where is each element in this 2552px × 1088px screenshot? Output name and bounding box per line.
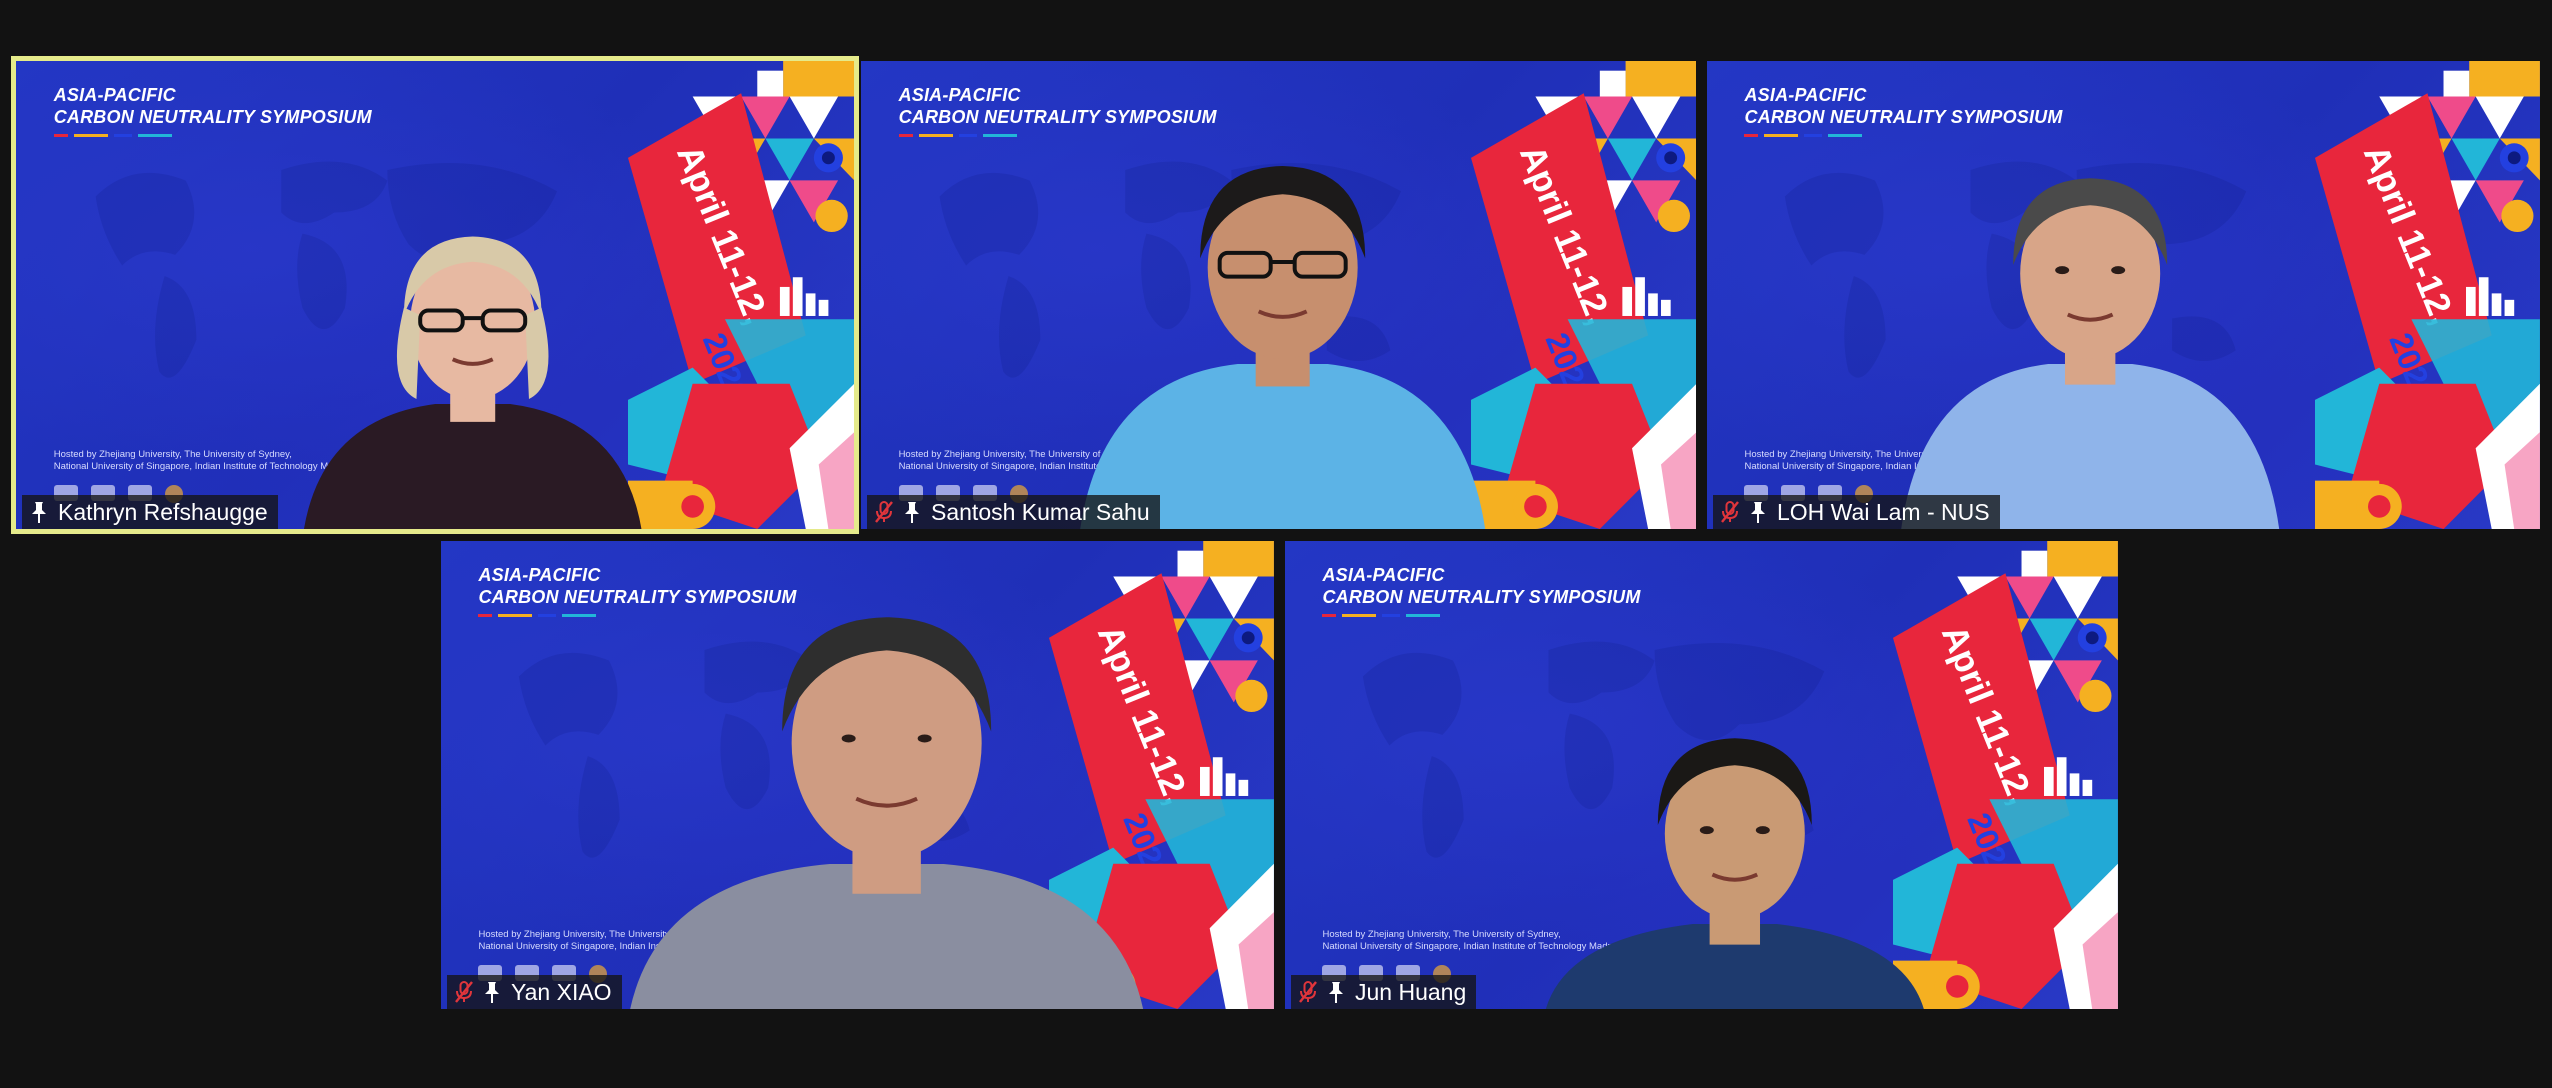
muted-mic-icon bbox=[1721, 501, 1739, 523]
video-tile-1[interactable]: ASIA-PACIFIC CARBON NEUTRALITY SYMPOSIUM… bbox=[11, 56, 859, 534]
video-tile-3[interactable]: ASIA-PACIFIC CARBON NEUTRALITY SYMPOSIUM… bbox=[1707, 61, 2540, 529]
video-tile-4[interactable]: ASIA-PACIFIC CARBON NEUTRALITY SYMPOSIUM… bbox=[441, 541, 1274, 1009]
participant-nametag: Santosh Kumar Sahu bbox=[867, 495, 1160, 529]
pin-icon[interactable] bbox=[30, 500, 48, 524]
participant-name: Yan XIAO bbox=[511, 978, 612, 1005]
participant-nametag: Jun Huang bbox=[1291, 975, 1477, 1009]
pin-icon[interactable] bbox=[1327, 980, 1345, 1004]
pin-icon[interactable] bbox=[1749, 500, 1767, 524]
video-tile-2[interactable]: ASIA-PACIFIC CARBON NEUTRALITY SYMPOSIUM… bbox=[861, 61, 1696, 529]
muted-mic-icon bbox=[875, 501, 893, 523]
participant-name: Jun Huang bbox=[1355, 978, 1467, 1005]
muted-mic-icon bbox=[1299, 981, 1317, 1003]
participant-nametag: LOH Wai Lam - NUS bbox=[1713, 495, 2000, 529]
participant-name: Kathryn Refshaugge bbox=[58, 498, 268, 525]
participant-name: Santosh Kumar Sahu bbox=[931, 498, 1150, 525]
participant-nametag: Yan XIAO bbox=[447, 975, 622, 1009]
pin-icon[interactable] bbox=[903, 500, 921, 524]
participant-name: LOH Wai Lam - NUS bbox=[1777, 498, 1990, 525]
video-gallery: { "banner": { "line1": "ASIA-PACIFIC", "… bbox=[0, 0, 2552, 1088]
participant-nametag: Kathryn Refshaugge bbox=[22, 495, 278, 529]
muted-mic-icon bbox=[455, 981, 473, 1003]
video-tile-5[interactable]: ASIA-PACIFIC CARBON NEUTRALITY SYMPOSIUM… bbox=[1285, 541, 2118, 1009]
pin-icon[interactable] bbox=[483, 980, 501, 1004]
